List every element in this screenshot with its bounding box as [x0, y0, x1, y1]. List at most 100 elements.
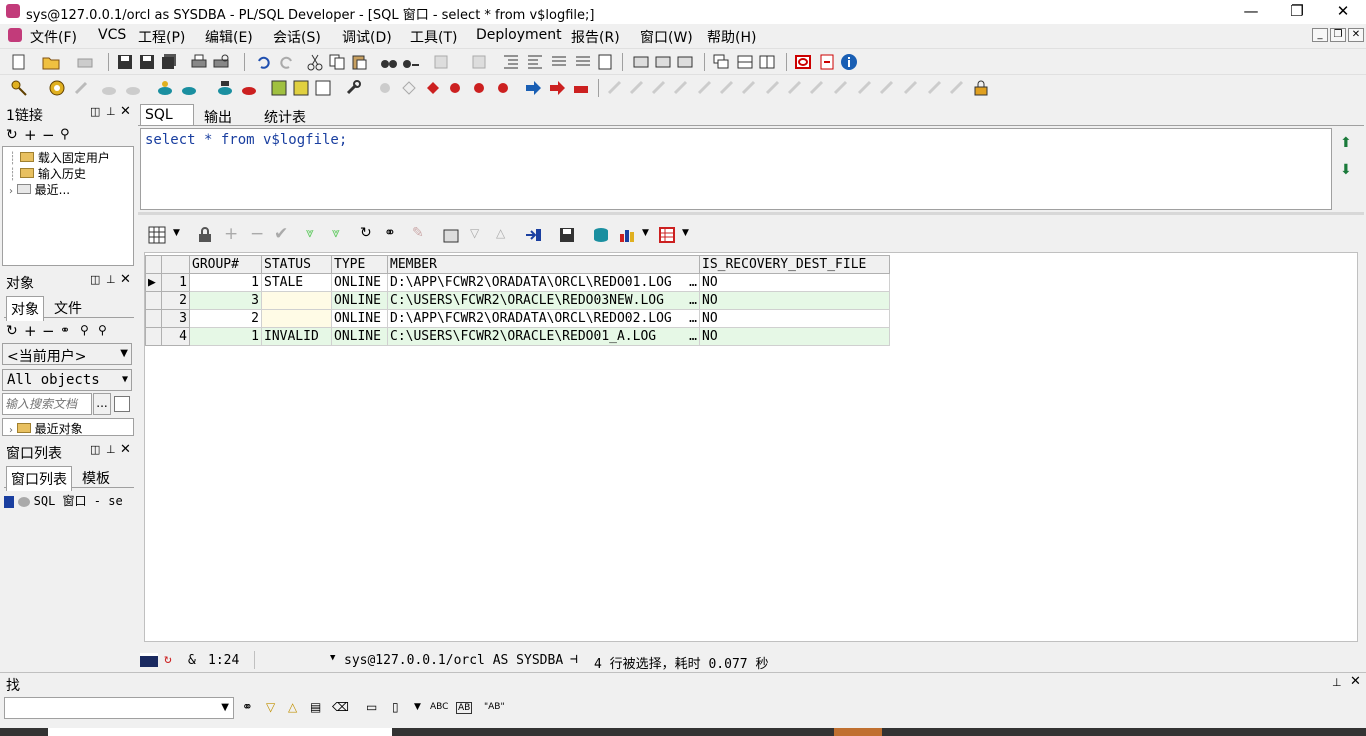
menu-window[interactable]: 窗口(W) — [640, 27, 693, 47]
wrench-icon[interactable] — [344, 79, 362, 97]
print-disabled-icon[interactable] — [76, 53, 94, 71]
export-icon[interactable] — [524, 226, 542, 244]
col-header[interactable]: MEMBER — [387, 255, 700, 274]
debug-icon-16[interactable] — [948, 79, 966, 97]
panel-close-icon[interactable]: ✕ — [120, 104, 131, 119]
filter-icon[interactable]: ⚲ — [80, 323, 89, 337]
debug-icon-7[interactable] — [740, 79, 758, 97]
debug-icon-2[interactable] — [628, 79, 646, 97]
tree-item-history[interactable]: ┊ 输入历史 — [9, 165, 86, 182]
mdi-restore-button[interactable]: ❐ — [1330, 28, 1346, 42]
pushpin-icon[interactable]: ⊥ — [106, 105, 116, 118]
redo-icon[interactable] — [278, 53, 296, 71]
filter-edit-icon[interactable]: ⚲ — [98, 323, 107, 337]
delete-record-icon[interactable]: − — [250, 224, 264, 244]
debug-icon-12[interactable] — [856, 79, 874, 97]
ellipsis-button[interactable]: … — [689, 311, 697, 326]
find-next-icon[interactable] — [402, 53, 420, 71]
pin-icon[interactable]: ◫ — [90, 105, 100, 118]
insert-record-icon[interactable]: + — [224, 224, 238, 244]
info-icon[interactable] — [840, 53, 858, 71]
tab-output[interactable]: 输出 — [200, 105, 236, 129]
sort-asc-icon[interactable]: △ — [496, 226, 505, 240]
col-header[interactable]: TYPE — [331, 255, 388, 274]
lock-icon[interactable] — [972, 79, 990, 97]
debug-icon-9[interactable] — [786, 79, 804, 97]
sql-new-icon[interactable] — [180, 79, 198, 97]
tab-templates[interactable]: 模板 — [78, 466, 114, 490]
restore-button[interactable]: ❐ — [1274, 0, 1320, 24]
forward-icon[interactable] — [470, 53, 488, 71]
debug-icon-15[interactable] — [926, 79, 944, 97]
tool-icon-4[interactable] — [446, 79, 464, 97]
menu-project[interactable]: 工程(P) — [138, 27, 185, 47]
table-row[interactable]: ▶ 1 1 STALE ONLINE D:\APP\FCWR2\ORADATA\… — [145, 273, 890, 292]
menu-file[interactable]: 文件(F) — [30, 27, 77, 47]
chevron-down-icon[interactable]: ▼ — [221, 702, 229, 713]
arrow-right-blue-icon[interactable] — [524, 79, 542, 97]
remove-icon[interactable]: − — [42, 126, 55, 144]
menu-session[interactable]: 会话(S) — [273, 27, 321, 47]
save-icon[interactable] — [116, 53, 134, 71]
menu-debug[interactable]: 调试(D) — [342, 27, 392, 47]
print-icon[interactable] — [190, 53, 208, 71]
post-record-icon[interactable]: ✔ — [274, 224, 288, 244]
mdi-minimize-button[interactable]: _ — [1312, 28, 1328, 42]
object-type-combo[interactable]: All objects ▼ — [2, 369, 132, 391]
debug-icon-13[interactable] — [878, 79, 896, 97]
tool-icon-1[interactable] — [376, 79, 394, 97]
exact-match-label[interactable]: "AB" — [484, 702, 505, 712]
rollback-disabled-icon[interactable] — [124, 79, 142, 97]
chevron-down-icon[interactable]: ▼ — [682, 228, 689, 238]
search-input[interactable] — [2, 393, 92, 415]
diagram-icon[interactable] — [314, 79, 332, 97]
back-icon[interactable] — [432, 53, 450, 71]
remove-icon[interactable]: − — [42, 322, 55, 340]
debug-icon-10[interactable] — [808, 79, 826, 97]
scroll-up-icon[interactable]: ⬆ — [1340, 135, 1352, 151]
break-icon[interactable] — [72, 79, 90, 97]
panel-close-icon[interactable]: ✕ — [1350, 674, 1361, 689]
tool-icon-6[interactable] — [494, 79, 512, 97]
eraser-icon[interactable]: ⌫ — [332, 700, 349, 714]
search-options-icon[interactable] — [114, 396, 130, 412]
pushpin-icon[interactable]: ⊥ — [106, 273, 116, 286]
save-as-icon[interactable] — [138, 53, 156, 71]
tab-sql[interactable]: SQL — [140, 104, 194, 125]
menu-help[interactable]: 帮助(H) — [707, 27, 756, 47]
table-row[interactable]: 2 3 ONLINE C:\USERS\FCWR2\ORACLE\REDO03N… — [145, 291, 890, 310]
chart-icon[interactable] — [618, 226, 636, 244]
expand-icon[interactable]: › — [9, 186, 13, 197]
tile-vertical-icon[interactable] — [758, 53, 776, 71]
report-window-icon[interactable] — [292, 79, 310, 97]
refresh-icon[interactable]: ↻ — [360, 225, 372, 241]
filter-icon[interactable]: ⚲ — [60, 127, 70, 142]
binoculars-icon[interactable]: ⚭ — [60, 323, 70, 337]
tool-icon-2[interactable] — [400, 79, 418, 97]
command-window-icon[interactable] — [216, 79, 234, 97]
find-prev-icon[interactable]: △ — [288, 700, 297, 714]
window-icon[interactable]: ▭ — [366, 700, 377, 714]
next-page-icon[interactable]: ⩔ — [306, 225, 314, 241]
chevron-down-icon[interactable]: ▼ — [414, 702, 421, 712]
database-icon[interactable] — [592, 226, 610, 244]
commit-disabled-icon[interactable] — [100, 79, 118, 97]
key-icon[interactable] — [10, 79, 28, 97]
debug-icon-4[interactable] — [672, 79, 690, 97]
close-button[interactable]: ✕ — [1320, 0, 1366, 24]
format-icon[interactable] — [596, 53, 614, 71]
table-export-icon[interactable] — [658, 226, 676, 244]
comment-icon[interactable] — [550, 53, 568, 71]
menu-reports[interactable]: 报告(R) — [571, 27, 620, 47]
binoculars-icon[interactable]: ⚭ — [384, 225, 396, 241]
debug-icon-11[interactable] — [832, 79, 850, 97]
panel-close-icon[interactable]: ✕ — [120, 272, 131, 287]
clear-icon[interactable]: ✎ — [412, 225, 424, 241]
ellipsis-button[interactable]: … — [689, 275, 697, 290]
sql-editor[interactable]: select * from v$logfile; — [140, 128, 1332, 210]
sort-desc-icon[interactable]: ▽ — [470, 226, 479, 240]
tree-item-recent-objects[interactable]: › 最近对象 — [9, 420, 83, 437]
ellipsis-button[interactable]: … — [689, 329, 697, 344]
chevron-down-icon[interactable]: ▼ — [330, 653, 335, 663]
add-icon[interactable]: + — [24, 126, 37, 144]
